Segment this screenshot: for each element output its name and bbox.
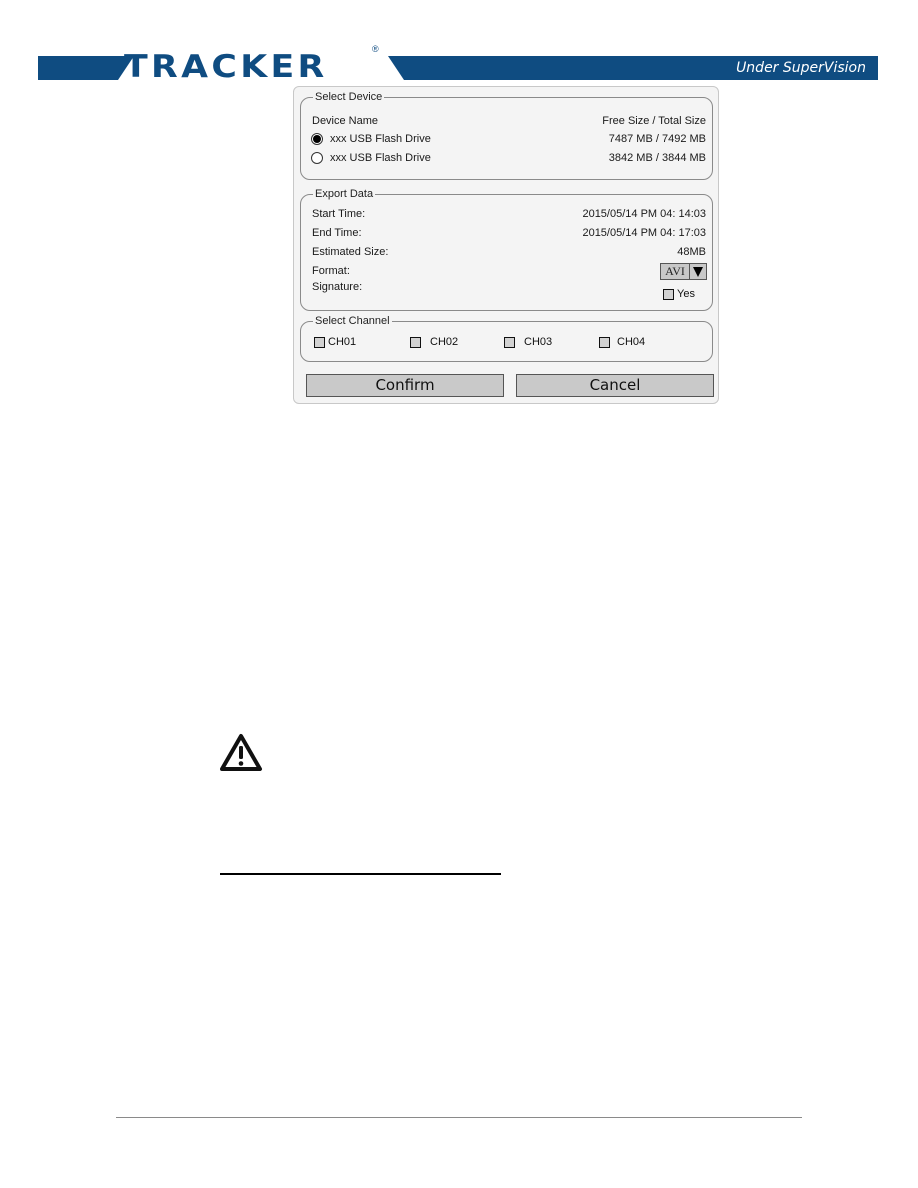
select-device-legend: Select Device	[315, 91, 383, 103]
confirm-button[interactable]: Confirm	[306, 374, 504, 397]
device-name-2[interactable]: xxx USB Flash Drive	[330, 151, 431, 165]
device-name-1[interactable]: xxx USB Flash Drive	[330, 132, 431, 146]
channel-label-ch03: CH03	[524, 336, 553, 348]
device-name-header: Device Name	[312, 115, 379, 127]
page-header: TRACKER ® Under SuperVision	[0, 0, 918, 90]
device-radio-2[interactable]	[311, 152, 323, 164]
signature-label: Signature:	[312, 281, 363, 293]
registered-mark: ®	[372, 44, 379, 54]
warning-icon	[220, 734, 262, 771]
device-size-1: 7487 MB / 7492 MB	[608, 133, 706, 145]
start-time-value: 2015/05/14 PM 04: 14:03	[582, 208, 706, 220]
select-channel-legend: Select Channel	[315, 315, 390, 327]
end-time-value: 2015/05/14 PM 04: 17:03	[582, 227, 706, 239]
start-time-label: Start Time:	[312, 208, 366, 220]
estimated-size-value: 48MB	[677, 246, 706, 258]
section-underline	[220, 873, 501, 875]
signature-option-label: Yes	[677, 288, 695, 300]
signature-checkbox[interactable]	[663, 289, 674, 300]
format-value: AVI	[661, 264, 690, 279]
channel-label-ch02: CH02	[430, 336, 459, 348]
channel-checkbox-ch01[interactable]	[314, 337, 325, 348]
channel-label-ch04: CH04	[617, 336, 646, 348]
footer-divider	[116, 1117, 802, 1118]
format-select[interactable]: AVI	[660, 263, 707, 280]
device-size-2: 3842 MB / 3844 MB	[608, 152, 706, 164]
end-time-label: End Time:	[312, 227, 362, 239]
channel-checkbox-ch02[interactable]	[410, 337, 421, 348]
channel-label-ch01: CH01	[328, 336, 357, 348]
channel-checkbox-ch04[interactable]	[599, 337, 610, 348]
format-label: Format:	[312, 265, 350, 277]
size-header: Free Size / Total Size	[602, 115, 706, 127]
export-data-legend: Export Data	[315, 188, 374, 200]
device-radio-1[interactable]	[311, 133, 323, 145]
brand-logo: TRACKER	[124, 49, 328, 85]
header-bar-left	[38, 56, 118, 80]
channel-checkbox-ch03[interactable]	[504, 337, 515, 348]
cancel-button[interactable]: Cancel	[516, 374, 714, 397]
header-tagline: Under SuperVision	[736, 60, 866, 76]
dropdown-arrow-icon[interactable]	[690, 264, 706, 279]
export-dialog: Select Device Device Name Free Size / To…	[293, 86, 719, 404]
estimated-size-label: Estimated Size:	[312, 246, 389, 258]
